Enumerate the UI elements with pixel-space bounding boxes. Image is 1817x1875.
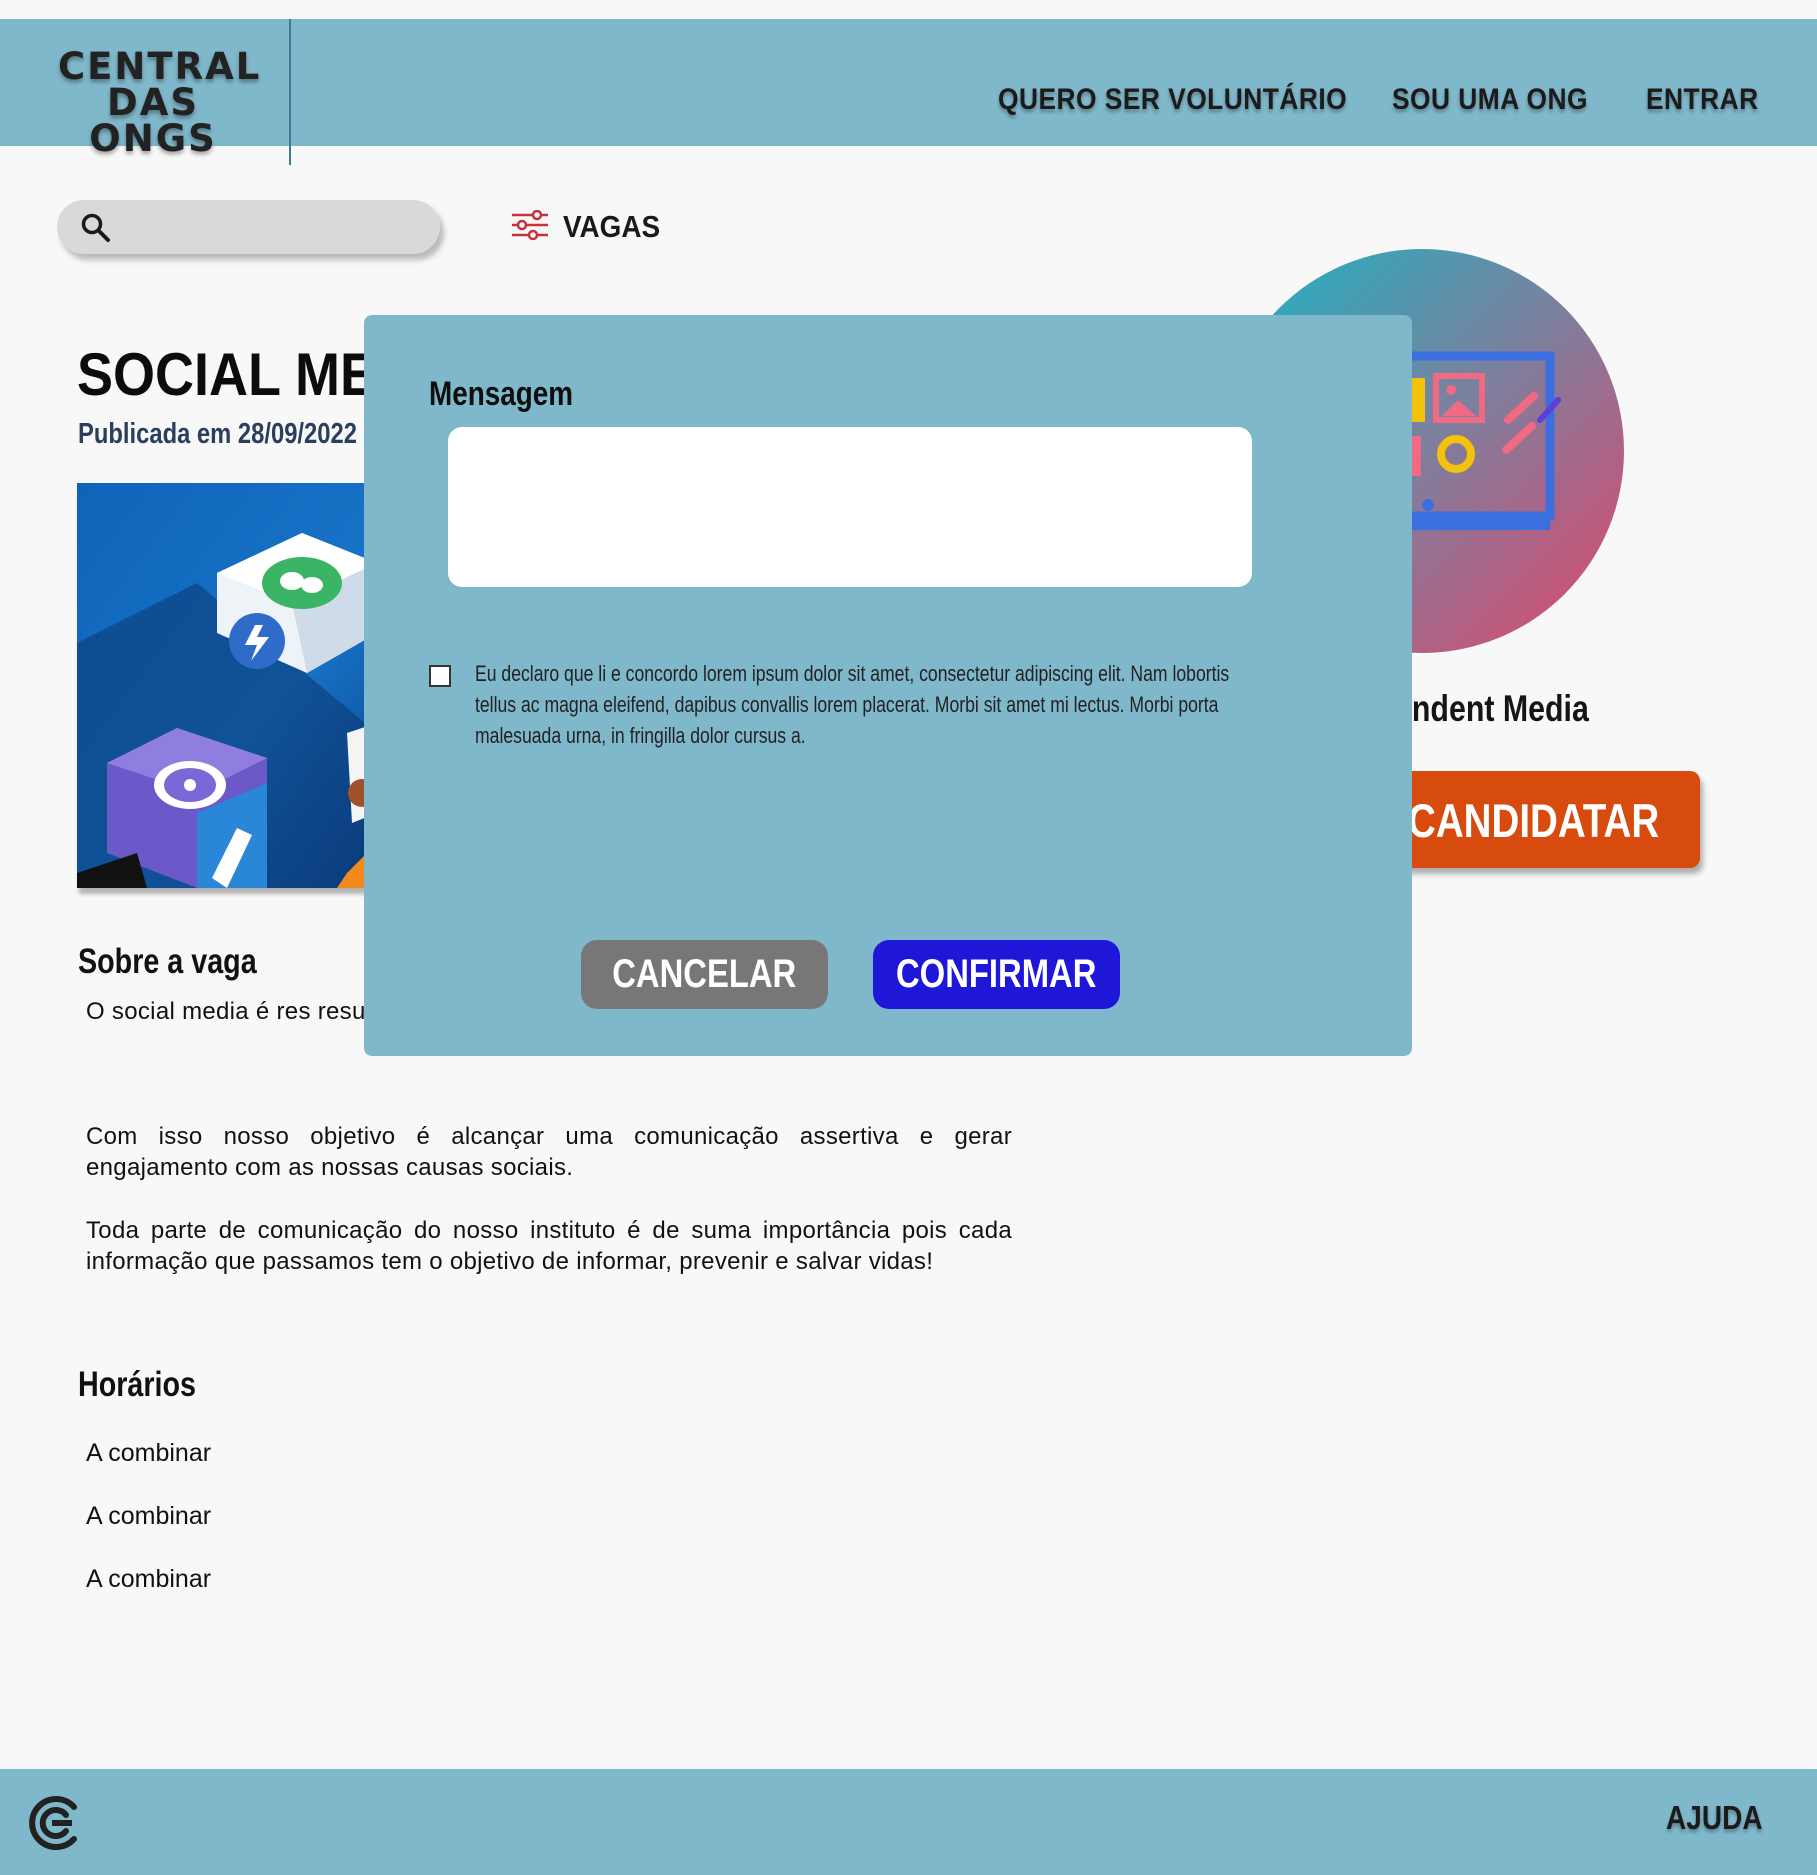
- header-divider: [289, 19, 291, 165]
- nav-ngo-link[interactable]: SOU UMA ONG: [1392, 83, 1588, 117]
- job-title: SOCIAL ME: [77, 341, 377, 408]
- terms-declaration: Eu declaro que li e concordo lorem ipsum…: [475, 658, 1229, 751]
- message-input[interactable]: [448, 427, 1252, 587]
- cancel-button-label: CANCELAR: [612, 952, 797, 996]
- apply-button-label: CANDIDATAR: [1408, 794, 1660, 847]
- job-image: [77, 483, 377, 888]
- published-date: Publicada em 28/09/2022: [78, 418, 357, 450]
- schedule-heading: Horários: [78, 1365, 197, 1404]
- about-heading: Sobre a vaga: [78, 942, 257, 981]
- nav-volunteer-link[interactable]: QUERO SER VOLUNTÁRIO: [998, 83, 1347, 117]
- confirm-button-label: CONFIRMAR: [896, 952, 1097, 996]
- about-paragraph-2: Com isso nosso objetivo é alcançar uma c…: [86, 1123, 1012, 1181]
- schedule-item: A combinar: [86, 1502, 212, 1530]
- search-bar[interactable]: [57, 200, 440, 254]
- cancel-button[interactable]: CANCELAR: [581, 940, 828, 1009]
- site-logo[interactable]: CENTRAL DAS ONGS: [58, 45, 262, 160]
- site-header: CENTRAL DAS ONGS QUERO SER VOLUNTÁRIO SO…: [0, 19, 1817, 165]
- schedule-item: A combinar: [86, 1565, 212, 1593]
- schedule-item: A combinar: [86, 1439, 212, 1467]
- message-label: Mensagem: [429, 375, 574, 413]
- application-modal: Mensagem Eu declaro que li e concordo lo…: [364, 315, 1412, 1056]
- logo-line-3: ONGS: [89, 117, 217, 160]
- top-strip: [0, 0, 1817, 19]
- help-link[interactable]: AJUDA: [1666, 1799, 1763, 1837]
- about-paragraph-3: Toda parte de comunicação do nosso insti…: [86, 1217, 1012, 1275]
- central-das-ongs-c-icon[interactable]: [26, 1793, 84, 1853]
- logo-line-2: DAS: [107, 81, 199, 124]
- site-footer: AJUDA: [0, 1769, 1817, 1875]
- organization-name: endent Media: [1395, 688, 1589, 729]
- logo-line-1: CENTRAL: [58, 45, 262, 88]
- vagas-filter-label: VAGAS: [563, 209, 661, 244]
- confirm-button[interactable]: CONFIRMAR: [873, 940, 1120, 1009]
- terms-declaration-text: Eu declaro que li e concordo lorem ipsum…: [475, 661, 1230, 748]
- search-icon: [81, 213, 110, 242]
- nav-login-link[interactable]: ENTRAR: [1646, 83, 1759, 117]
- terms-checkbox[interactable]: [429, 665, 451, 687]
- sliders-icon: [512, 210, 548, 240]
